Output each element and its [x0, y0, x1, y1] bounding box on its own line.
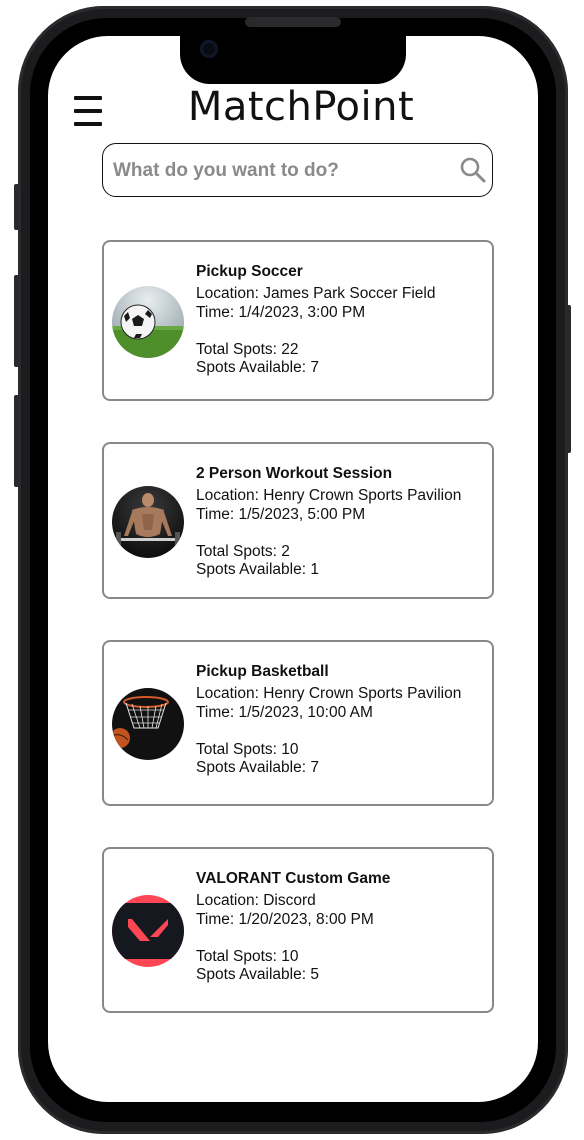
event-total-spots: Total Spots: 10 [196, 947, 299, 965]
phone-volume-down-button [14, 395, 19, 487]
event-location: Location: Discord [196, 892, 316, 909]
event-location: Location: James Park Soccer Field [196, 285, 436, 302]
app-title: MatchPoint [187, 84, 415, 130]
event-spots-available: Spots Available: 1 [196, 561, 319, 578]
event-title: VALORANT Custom Game [196, 870, 391, 887]
event-title: Pickup Soccer [196, 263, 303, 280]
phone-power-button [566, 305, 571, 453]
event-location: Location: Henry Crown Sports Pavilion [196, 487, 462, 504]
phone-action-button [14, 184, 19, 230]
event-card-pickup-soccer[interactable]: Pickup Soccer Location: James Park Socce… [102, 240, 494, 401]
front-camera [200, 40, 218, 58]
search-icon[interactable] [459, 156, 487, 184]
valorant-logo-icon [112, 895, 184, 967]
speaker-grille [245, 17, 341, 27]
phone-volume-up-button [14, 275, 19, 367]
hamburger-menu-icon[interactable] [74, 96, 102, 128]
event-card-pickup-basketball[interactable]: Pickup Basketball Location: Henry Crown … [102, 640, 494, 806]
event-total-spots: Total Spots: 2 [196, 542, 290, 560]
event-total-spots: Total Spots: 10 [196, 740, 299, 758]
search-input[interactable] [113, 158, 443, 184]
event-time: Time: 1/4/2023, 3:00 PM [196, 303, 366, 321]
event-spots-available: Spots Available: 7 [196, 359, 319, 376]
search-bar[interactable] [102, 143, 493, 197]
weightlifter-icon [112, 486, 184, 558]
event-title: Pickup Basketball [196, 663, 329, 680]
event-time: Time: 1/20/2023, 8:00 PM [196, 910, 374, 928]
event-card-valorant-custom-game[interactable]: VALORANT Custom Game Location: Discord T… [102, 847, 494, 1013]
event-title: 2 Person Workout Session [196, 465, 393, 482]
event-spots-available: Spots Available: 7 [196, 759, 319, 776]
event-total-spots: Total Spots: 22 [196, 340, 299, 358]
event-time: Time: 1/5/2023, 5:00 PM [196, 505, 366, 523]
basketball-hoop-icon [112, 688, 184, 760]
event-time: Time: 1/5/2023, 10:00 AM [196, 703, 373, 721]
event-location: Location: Henry Crown Sports Pavilion [196, 685, 462, 702]
soccer-ball-icon [112, 286, 184, 358]
event-card-workout-session[interactable]: 2 Person Workout Session Location: Henry… [102, 442, 494, 599]
event-spots-available: Spots Available: 5 [196, 966, 319, 983]
